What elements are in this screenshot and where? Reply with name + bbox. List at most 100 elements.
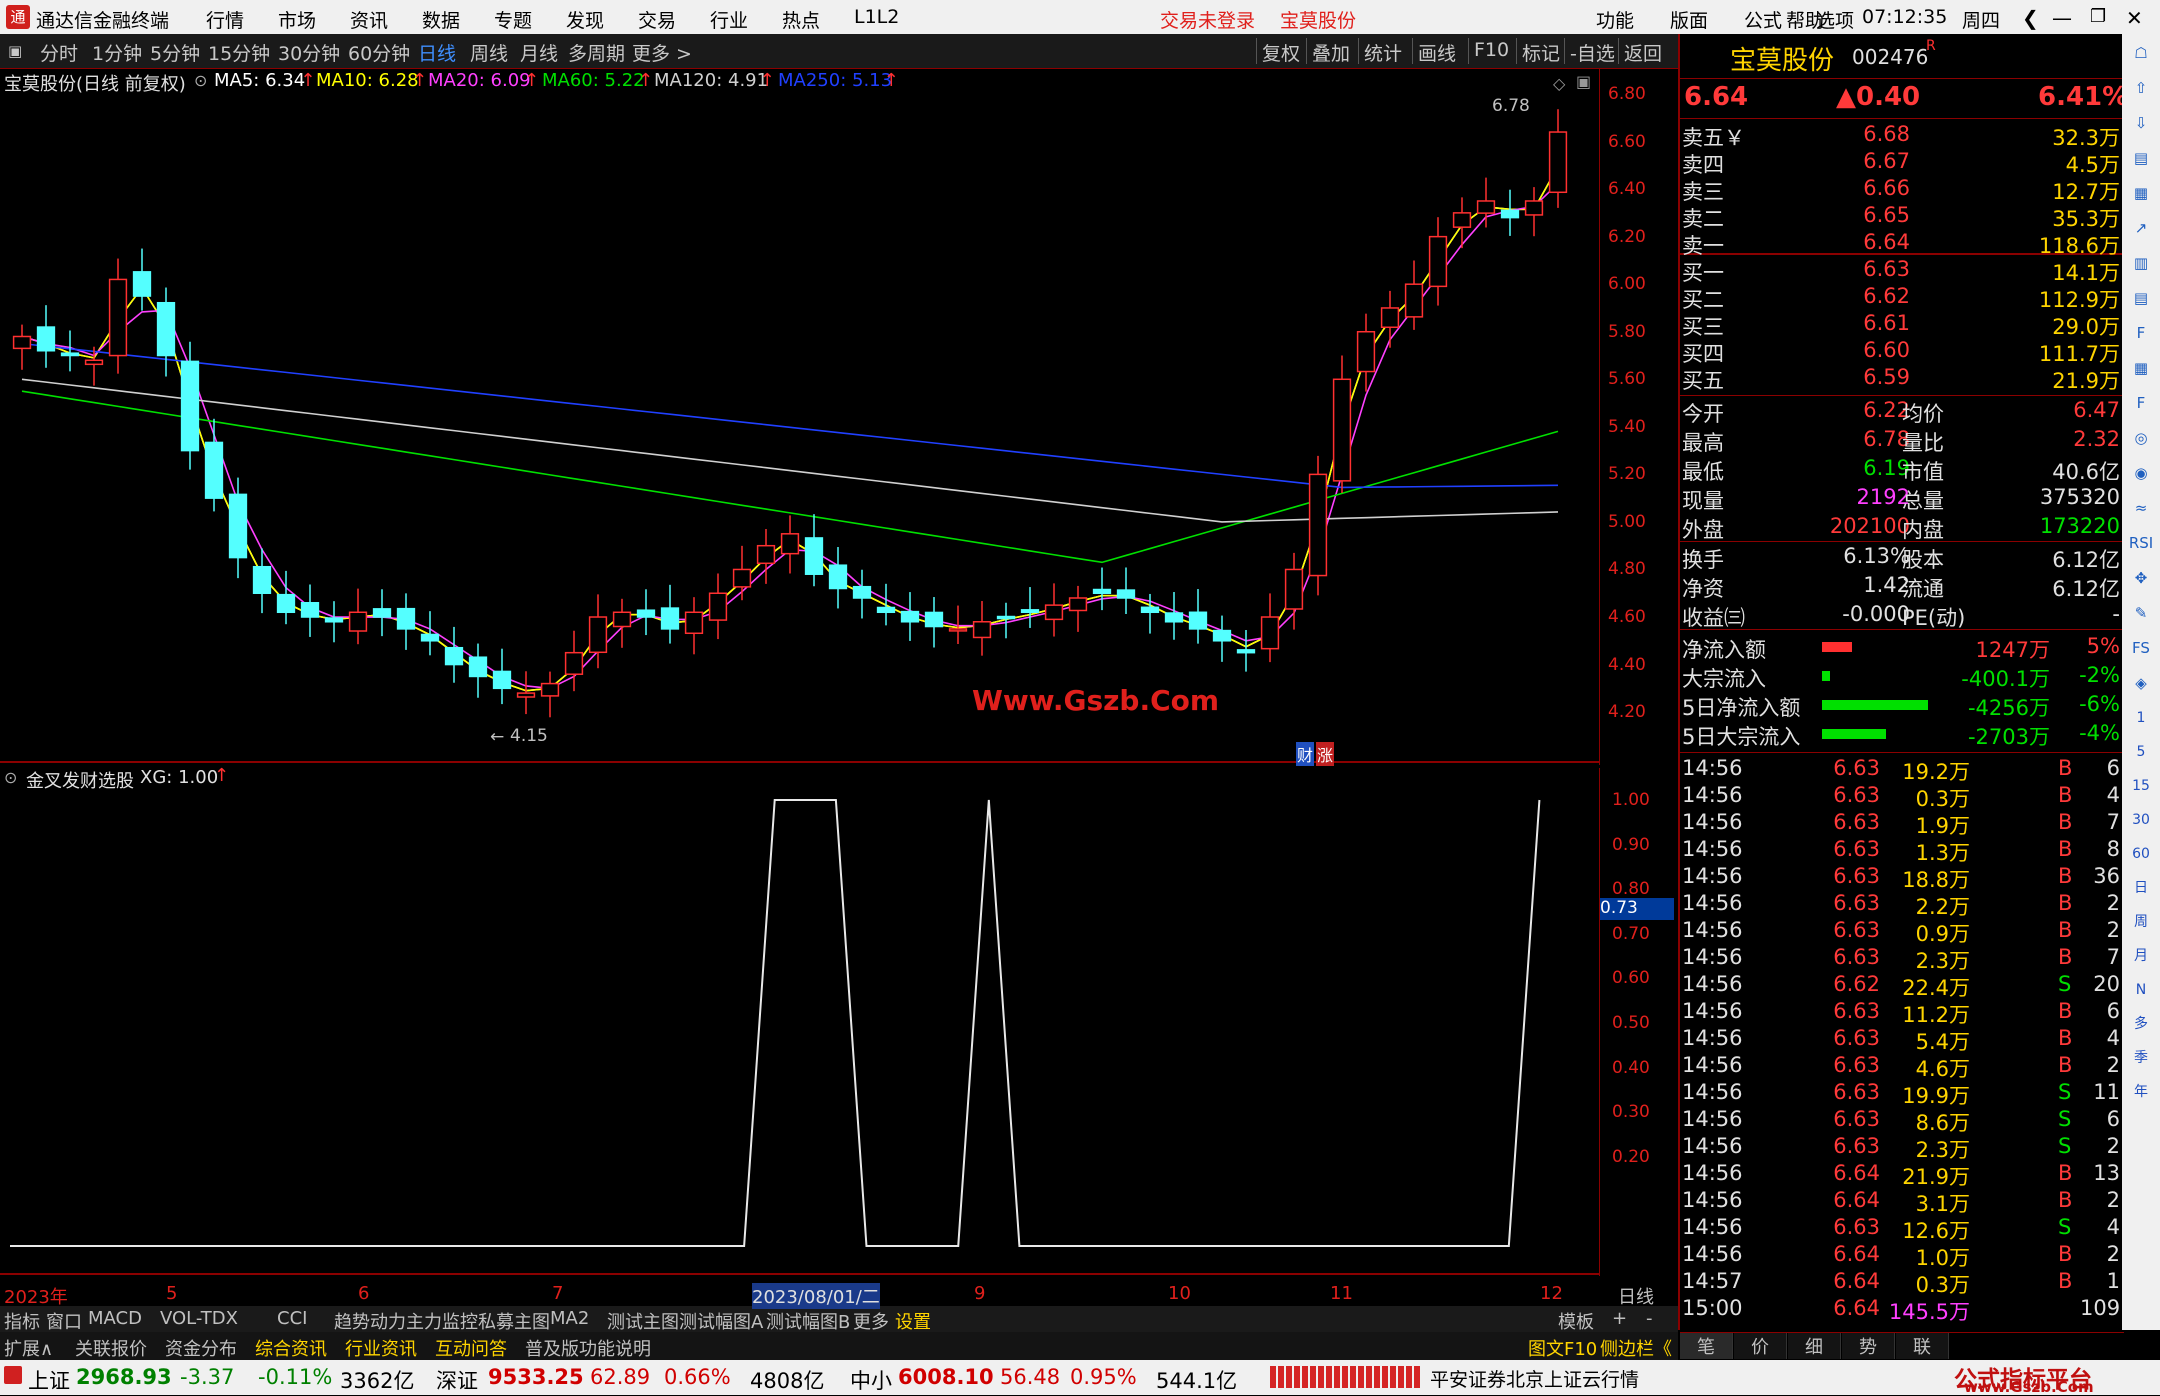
sidebar-icon-2[interactable]: ⇩	[2126, 108, 2156, 138]
header-stock[interactable]: 宝莫股份	[1280, 6, 1356, 33]
sidebar-icon-25[interactable]: 周	[2126, 907, 2156, 937]
sidebar-icon-16[interactable]: ✎	[2126, 598, 2156, 628]
sidebar-icon-28[interactable]: 多	[2126, 1009, 2156, 1039]
sh-label[interactable]: 上证	[28, 1365, 70, 1395]
menu-3[interactable]: 数据	[422, 6, 460, 33]
period-3[interactable]: 15分钟	[208, 39, 270, 66]
indicator-tab-13[interactable]: 设置	[895, 1308, 931, 1334]
sidebar-icon-5[interactable]: ↗	[2126, 213, 2156, 243]
period-4[interactable]: 30分钟	[278, 39, 340, 66]
extension-tab-right-0[interactable]: 图文F10	[1528, 1335, 1597, 1361]
sidebar-icon-0[interactable]: ☖	[2126, 38, 2156, 68]
extension-tab-1[interactable]: 关联报价	[75, 1335, 147, 1361]
indicator-tab-12[interactable]: 更多	[853, 1308, 889, 1334]
period-6[interactable]: 日线	[418, 39, 456, 66]
sidebar-icon-15[interactable]: ✥	[2126, 563, 2156, 593]
indicator-tab-3[interactable]: VOL-TDX	[160, 1308, 238, 1329]
toolbar-right-3[interactable]: 画线	[1418, 39, 1456, 66]
sidebar-icon-27[interactable]: N	[2126, 975, 2156, 1005]
indicator-tab-5[interactable]: 趋势动力	[334, 1308, 406, 1334]
sidebar-icon-26[interactable]: 月	[2126, 941, 2156, 971]
indicator-tab-7[interactable]: 私募主图	[478, 1308, 550, 1334]
sidebar-icon-8[interactable]: F	[2126, 318, 2156, 348]
indicator-tab-4[interactable]: CCI	[277, 1308, 307, 1329]
right-menu-4[interactable]: 帮助	[1786, 6, 1824, 33]
indicator-tab-right-2[interactable]: -	[1646, 1308, 1653, 1329]
period-1[interactable]: 1分钟	[92, 39, 142, 66]
extension-tab-3[interactable]: 综合资讯	[255, 1335, 327, 1361]
candlestick-chart[interactable]	[0, 69, 1600, 765]
menu-8[interactable]: 热点	[782, 6, 820, 33]
toolbar-right-5[interactable]: 标记	[1522, 39, 1560, 66]
sidebar-icon-4[interactable]: ▦	[2126, 178, 2156, 208]
period-8[interactable]: 月线	[520, 39, 558, 66]
toolbar-right-1[interactable]: 叠加	[1312, 39, 1350, 66]
sidebar-icon-13[interactable]: ≈	[2126, 493, 2156, 523]
indicator-tab-right-0[interactable]: 模板	[1558, 1308, 1594, 1334]
sidebar-icon-21[interactable]: 15	[2126, 771, 2156, 801]
indicator-chart[interactable]	[0, 768, 1600, 1276]
period-9[interactable]: 多周期	[568, 39, 625, 66]
right-menu-2[interactable]: 公式	[1744, 6, 1782, 33]
menu-7[interactable]: 行业	[710, 6, 748, 33]
extension-tab-2[interactable]: 资金分布	[165, 1335, 237, 1361]
sidebar-icon-9[interactable]: ▦	[2126, 353, 2156, 383]
sidebar-icon-12[interactable]: ◉	[2126, 458, 2156, 488]
sidebar-icon-11[interactable]: ◎	[2126, 423, 2156, 453]
toolbar-right-6[interactable]: -自选	[1570, 39, 1615, 66]
toolbar-right-0[interactable]: 复权	[1262, 39, 1300, 66]
indicator-tab-1[interactable]: 窗口	[46, 1308, 82, 1334]
menu-5[interactable]: 发现	[566, 6, 604, 33]
menu-1[interactable]: 市场	[278, 6, 316, 33]
sidebar-icon-6[interactable]: ▥	[2126, 248, 2156, 278]
right-menu-0[interactable]: 功能	[1596, 6, 1634, 33]
menu-4[interactable]: 专题	[494, 6, 532, 33]
chart-settings-icon[interactable]: ◇	[1553, 74, 1565, 93]
sidebar-icon-7[interactable]: ▤	[2126, 283, 2156, 313]
zx-label[interactable]: 中小	[850, 1365, 892, 1395]
sidebar-icon-14[interactable]: RSI	[2126, 528, 2156, 558]
extension-tab-0[interactable]: 扩展∧	[4, 1335, 53, 1361]
indicator-tab-right-1[interactable]: +	[1612, 1308, 1627, 1329]
quote-tab-2[interactable]: 细	[1788, 1333, 1841, 1359]
login-status[interactable]: 交易未登录	[1160, 6, 1255, 33]
toolbar-right-2[interactable]: 统计	[1364, 39, 1402, 66]
sz-label[interactable]: 深证	[436, 1365, 478, 1395]
rise-badge[interactable]: 涨	[1316, 742, 1335, 766]
chart-panel-icon[interactable]: ▣	[1576, 72, 1591, 91]
indicator-tab-2[interactable]: MACD	[88, 1308, 142, 1329]
period-10[interactable]: 更多 >	[632, 39, 692, 66]
period-7[interactable]: 周线	[470, 39, 508, 66]
menu-6[interactable]: 交易	[638, 6, 676, 33]
extension-tab-6[interactable]: 普及版功能说明	[525, 1335, 651, 1361]
indicator-tab-6[interactable]: 主力监控	[406, 1308, 478, 1334]
close-icon[interactable]: ✕	[2126, 6, 2143, 30]
quote-tab-3[interactable]: 势	[1842, 1333, 1895, 1359]
sidebar-icon-23[interactable]: 60	[2126, 839, 2156, 869]
sidebar-icon-1[interactable]: ⇧	[2126, 73, 2156, 103]
right-menu-1[interactable]: 版面	[1670, 6, 1708, 33]
chart-options-icon[interactable]: ⊙	[194, 71, 207, 90]
sidebar-icon-10[interactable]: F	[2126, 388, 2156, 418]
extension-tab-4[interactable]: 行业资讯	[345, 1335, 417, 1361]
sidebar-icon-3[interactable]: ▤	[2126, 143, 2156, 173]
sidebar-icon-29[interactable]: 季	[2126, 1043, 2156, 1073]
period-0[interactable]: 分时	[40, 39, 78, 66]
sidebar-icon-18[interactable]: ◈	[2126, 668, 2156, 698]
quote-tab-0[interactable]: 笔	[1680, 1333, 1733, 1359]
indicator-tab-8[interactable]: MA2	[550, 1308, 589, 1329]
quote-tab-1[interactable]: 价	[1734, 1333, 1787, 1359]
quote-tab-4[interactable]: 联	[1896, 1333, 1949, 1359]
menu-0[interactable]: 行情	[206, 6, 244, 33]
indicator-tab-9[interactable]: 测试主图	[607, 1308, 679, 1334]
back-icon[interactable]: ❮	[2022, 6, 2039, 30]
period-5[interactable]: 60分钟	[348, 39, 410, 66]
minimize-icon[interactable]: —	[2052, 6, 2072, 30]
indicator-tab-0[interactable]: 指标	[4, 1308, 40, 1334]
extension-tab-5[interactable]: 互动问答	[435, 1335, 507, 1361]
menu-9[interactable]: L1L2	[854, 6, 899, 28]
menu-2[interactable]: 资讯	[350, 6, 388, 33]
indicator-options-icon[interactable]: ⊙	[4, 768, 17, 787]
period-2[interactable]: 5分钟	[150, 39, 200, 66]
toolbar-toggle-icon[interactable]: ▣	[8, 42, 22, 60]
